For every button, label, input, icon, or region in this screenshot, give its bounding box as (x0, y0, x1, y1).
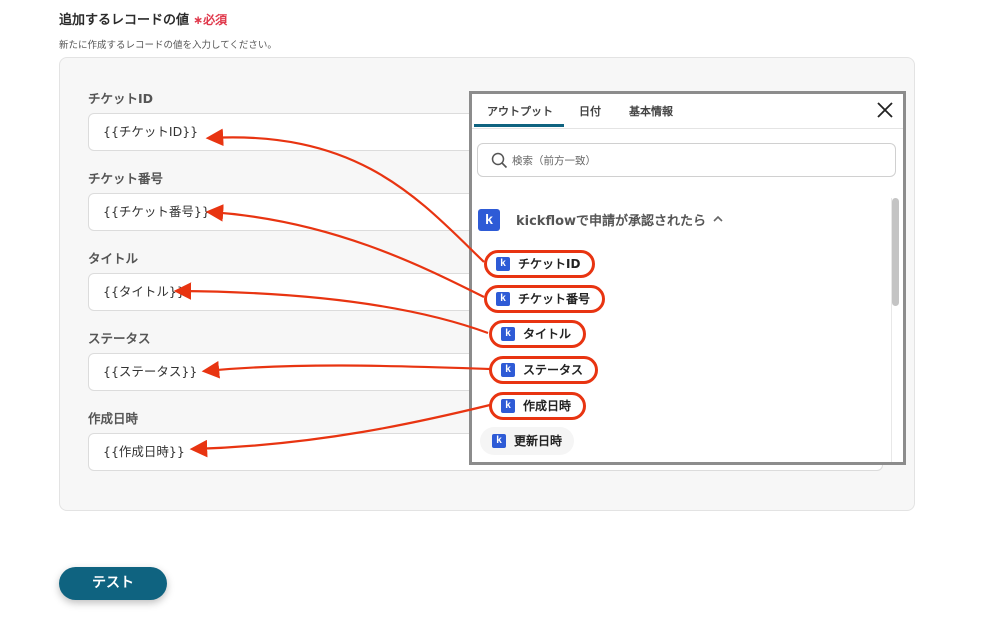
output-picker-popup: アウトプット 日付 基本情報 検索（前方一致） k kickflowで申請が承認… (469, 91, 906, 465)
output-item-created-at[interactable]: k 作成日時 (489, 392, 587, 420)
section-description: 新たに作成するレコードの値を入力してください。 (59, 40, 277, 51)
required-label: 必須 (203, 13, 228, 27)
tab-basic-info[interactable]: 基本情報 (629, 103, 673, 119)
active-tab-indicator (474, 124, 564, 127)
output-item-ticket-number[interactable]: k チケット番号 (484, 285, 606, 313)
popup-tabs: アウトプット 日付 基本情報 (472, 94, 903, 129)
output-item-label: ステータス (523, 363, 584, 377)
tab-date[interactable]: 日付 (579, 103, 601, 119)
output-item-label: チケット番号 (518, 292, 591, 306)
scrollbar-thumb[interactable] (892, 198, 899, 306)
output-item-title[interactable]: k タイトル (489, 320, 587, 348)
test-button[interactable]: テスト (59, 567, 167, 600)
output-item-label: タイトル (523, 327, 572, 341)
output-item-label: チケットID (518, 257, 581, 271)
field-label-created-at: 作成日時 (88, 411, 139, 426)
section-title-text: 追加するレコードの値 (59, 13, 190, 28)
search-input[interactable]: 検索（前方一致） (477, 143, 896, 177)
required-badge: ∗必須 (193, 13, 227, 27)
output-item-label: 更新日時 (514, 434, 563, 448)
output-item-status[interactable]: k ステータス (489, 356, 599, 384)
search-placeholder: 検索（前方一致） (512, 155, 596, 167)
kickflow-icon: k (492, 434, 506, 448)
kickflow-icon: k (496, 257, 510, 271)
tab-output[interactable]: アウトプット (487, 103, 553, 119)
field-label-status: ステータス (88, 331, 151, 346)
search-icon (491, 152, 508, 169)
required-asterisk: ∗ (193, 13, 204, 27)
close-icon[interactable] (875, 100, 895, 120)
section-title: 追加するレコードの値 ∗必須 (59, 9, 227, 28)
field-label-title: タイトル (88, 251, 139, 266)
output-item-label: 作成日時 (523, 399, 572, 413)
kickflow-icon: k (496, 292, 510, 306)
output-item-updated-at[interactable]: k 更新日時 (480, 427, 575, 455)
output-item-ticket-id[interactable]: k チケットID (484, 250, 596, 278)
kickflow-icon: k (501, 363, 515, 377)
kickflow-icon: k (501, 399, 515, 413)
field-label-ticket-number: チケット番号 (88, 171, 164, 186)
field-label-ticket-id: チケットID (88, 91, 154, 106)
chevron-up-icon[interactable] (712, 213, 724, 225)
kickflow-logo-icon: k (478, 209, 500, 231)
group-name: kickflowで申請が承認されたら (516, 214, 707, 229)
kickflow-icon: k (501, 327, 515, 341)
